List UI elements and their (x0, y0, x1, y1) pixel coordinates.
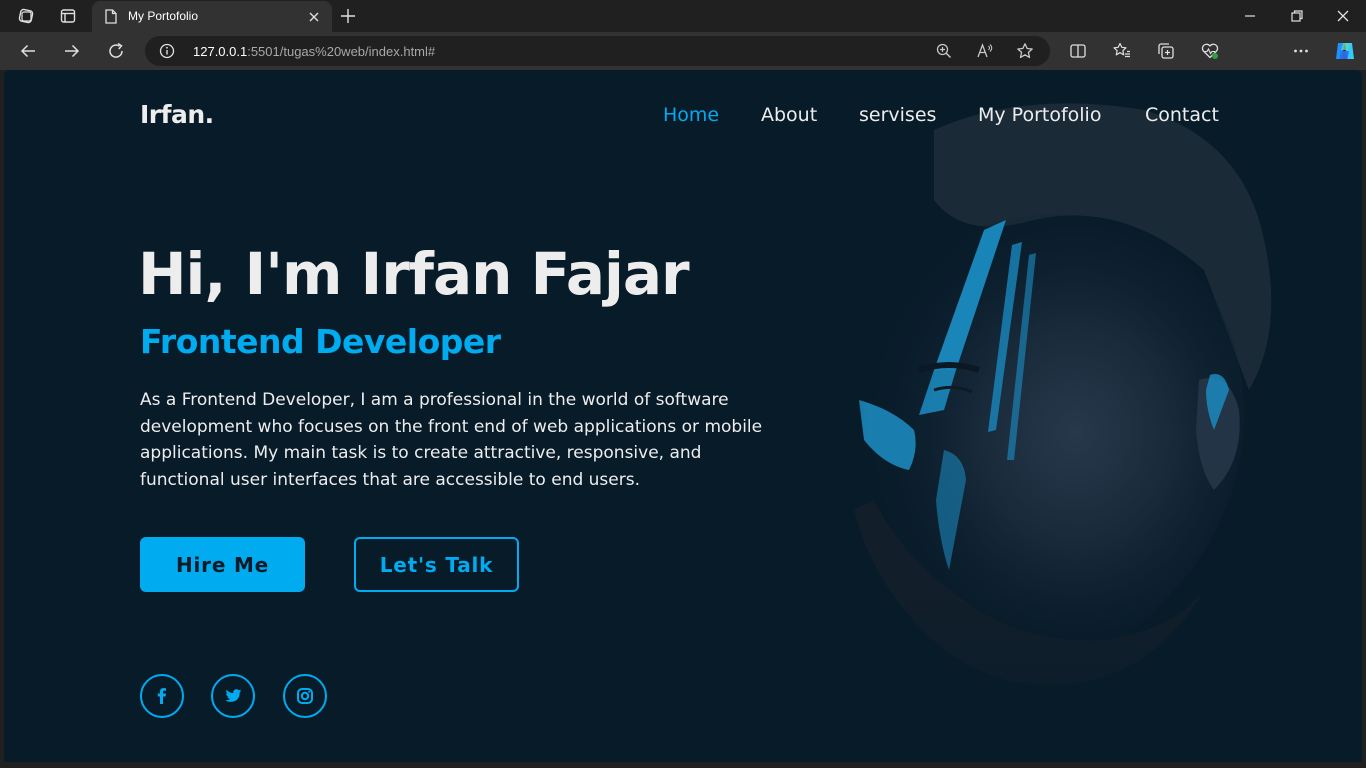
more-options-icon[interactable] (1291, 41, 1311, 61)
address-bar[interactable]: 127.0.0.1:5501/tugas%20web/index.html# (145, 36, 1050, 66)
nav-link-services[interactable]: servises (859, 104, 936, 126)
nav-link-portfolio[interactable]: My Portofolio (978, 104, 1101, 126)
restore-icon[interactable] (1287, 6, 1307, 26)
back-arrow-icon[interactable] (18, 41, 38, 61)
refresh-icon[interactable] (106, 41, 126, 61)
url-path: :5501/tugas%20web/index.html# (247, 44, 436, 59)
forward-arrow-icon[interactable] (62, 41, 82, 61)
copilot-icon[interactable] (1333, 39, 1357, 63)
read-aloud-icon[interactable] (976, 42, 994, 60)
site-info-icon[interactable] (159, 43, 175, 59)
close-window-icon[interactable] (1333, 6, 1353, 26)
browser-tab-bar: My Portofolio (0, 0, 1366, 32)
close-tab-icon[interactable] (304, 7, 324, 27)
hero-heading: Hi, I'm Irfan Fajar (138, 240, 690, 308)
nav-link-home[interactable]: Home (663, 104, 719, 126)
facebook-icon[interactable] (140, 674, 184, 718)
hero-portrait-image (744, 70, 1362, 762)
page-viewport: Irfan. Home About servises My Portofolio… (4, 70, 1362, 762)
favorites-icon[interactable] (1112, 41, 1132, 61)
url-text[interactable]: 127.0.0.1:5501/tugas%20web/index.html# (193, 44, 435, 59)
page-icon (105, 9, 117, 24)
nav-link-about[interactable]: About (761, 104, 817, 126)
twitter-icon[interactable] (211, 674, 255, 718)
nav-link-contact[interactable]: Contact (1145, 104, 1219, 126)
minimize-icon[interactable] (1240, 6, 1260, 26)
collections-icon[interactable] (1156, 41, 1176, 61)
url-host: 127.0.0.1 (193, 44, 248, 59)
split-screen-icon[interactable] (1068, 41, 1088, 61)
zoom-icon[interactable] (935, 42, 953, 60)
hero-role: Frontend Developer (140, 322, 501, 361)
workspaces-icon[interactable] (16, 6, 36, 26)
tab-actions-icon[interactable] (58, 6, 78, 26)
hero-description: As a Frontend Developer, I am a professi… (140, 390, 763, 490)
browser-essentials-icon[interactable] (1200, 41, 1220, 61)
instagram-icon[interactable] (283, 674, 327, 718)
favorite-star-icon[interactable] (1016, 42, 1034, 60)
lets-talk-button[interactable]: Let's Talk (354, 537, 519, 592)
hire-me-button[interactable]: Hire Me (140, 537, 305, 592)
new-tab-icon[interactable] (338, 6, 358, 26)
active-tab[interactable]: My Portofolio (92, 1, 332, 32)
tab-title: My Portofolio (128, 9, 199, 23)
site-logo[interactable]: Irfan. (140, 100, 214, 129)
browser-toolbar: 127.0.0.1:5501/tugas%20web/index.html# (0, 32, 1366, 94)
